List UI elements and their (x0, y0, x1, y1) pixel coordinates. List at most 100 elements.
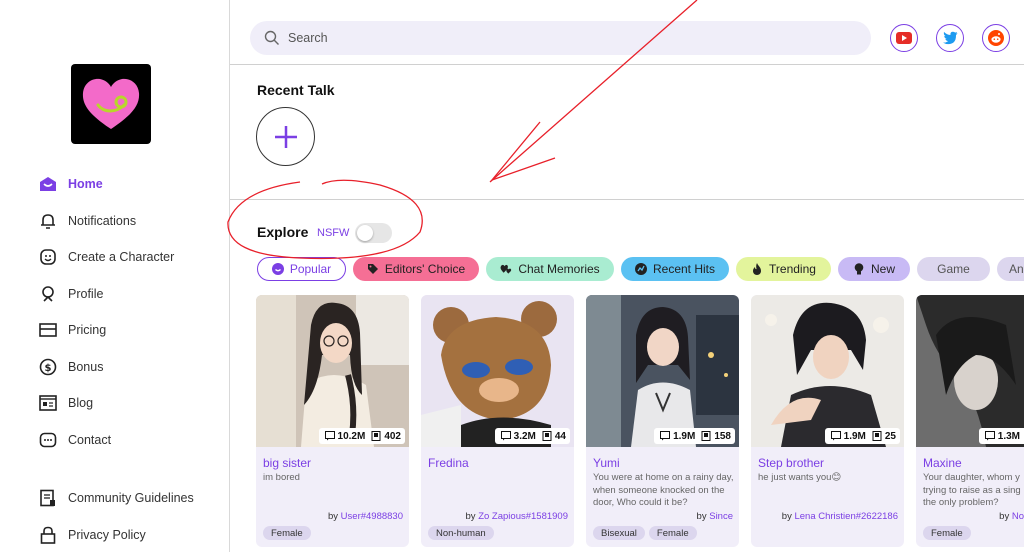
nav-label: Blog (68, 396, 94, 411)
card-stats: 10.2M 402 (318, 428, 405, 444)
profile-icon (38, 284, 58, 304)
author-link[interactable]: User#4988830 (341, 511, 403, 522)
lock-icon (38, 525, 58, 545)
nav-label: Contact (68, 432, 112, 447)
card-stats: 1.9M 158 (654, 428, 735, 444)
bookmark-count-icon (872, 431, 882, 441)
explore-title: Explore (257, 224, 309, 240)
bulb-icon (853, 263, 865, 275)
nav-item-notifications[interactable]: Notifications (38, 203, 174, 240)
card-stats: 1.9M 25 (824, 428, 900, 444)
bookmark-count-icon (371, 431, 381, 441)
author-link[interactable]: Since (709, 511, 733, 522)
character-name: Step brother (758, 456, 825, 470)
twitter-icon (943, 31, 958, 45)
nsfw-toggle[interactable] (355, 223, 392, 243)
chip-new[interactable]: New (838, 257, 910, 281)
author-link[interactable]: Lena Christien#2622186 (794, 511, 898, 522)
chip-editors-choice[interactable]: Editors' Choice (353, 257, 479, 281)
nav-item-blog[interactable]: Blog (38, 385, 174, 422)
character-image (751, 295, 904, 447)
chip-trending[interactable]: Trending (736, 257, 831, 281)
reddit-button[interactable] (982, 24, 1010, 52)
main-nav: Home Notifications Create a Character Pr… (38, 166, 174, 458)
author-link[interactable]: No (1012, 511, 1024, 522)
chip-recent-hits[interactable]: Recent Hits (621, 257, 729, 281)
hearts-icon (500, 263, 512, 275)
tag[interactable]: Female (923, 526, 971, 540)
nav-label: Profile (68, 286, 104, 301)
nav-item-contact[interactable]: Contact (38, 422, 174, 459)
nav-item-pricing[interactable]: Pricing (38, 312, 174, 349)
nav-label: Create a Character (68, 250, 175, 265)
sidebar: Home Notifications Create a Character Pr… (0, 0, 230, 552)
chip-anime[interactable]: Anim (997, 257, 1024, 281)
nav-item-bonus[interactable]: $ Bonus (38, 349, 174, 386)
card-stats: 3.2M 44 (494, 428, 570, 444)
secondary-nav: Community Guidelines Privacy Policy (38, 480, 194, 552)
character-card[interactable]: 1.3M Maxine Your daughter, whom y trying… (916, 295, 1024, 547)
chat-icon (38, 430, 58, 450)
chip-label: Game (937, 262, 970, 276)
reddit-icon (988, 30, 1004, 46)
nav-item-home[interactable]: Home (38, 166, 174, 203)
chat-count: 1.9M (673, 430, 696, 442)
save-count: 25 (884, 430, 896, 442)
character-description: You were at home on a rainy day, when so… (593, 472, 734, 508)
nav-label: Privacy Policy (68, 527, 146, 542)
nav-item-create-character[interactable]: Create a Character (38, 239, 174, 276)
character-icon (38, 247, 58, 267)
youtube-button[interactable] (890, 24, 918, 52)
header-divider (230, 64, 1024, 65)
guidelines-icon (38, 488, 58, 508)
chat-count-icon (324, 431, 335, 441)
author-prefix: by (327, 511, 341, 522)
character-card[interactable]: 3.2M 44 Fredina by Zo Zapious#1581909 No… (421, 295, 574, 547)
nav-label: Bonus (68, 359, 104, 374)
character-image (256, 295, 409, 447)
home-icon (38, 174, 58, 194)
chip-popular[interactable]: Popular (257, 257, 346, 281)
chip-game[interactable]: Game (917, 257, 990, 281)
add-chat-button[interactable] (256, 107, 315, 166)
nav-label: Notifications (68, 213, 137, 228)
card-icon (38, 320, 58, 340)
nav-item-profile[interactable]: Profile (38, 276, 174, 313)
chip-chat-memories[interactable]: Chat Memories (486, 257, 614, 281)
heart-logo-icon (82, 78, 140, 129)
tag-list: Bisexual Female (593, 526, 701, 540)
search-bar[interactable] (250, 21, 871, 55)
character-card[interactable]: 1.9M 158 Yumi You were at home on a rain… (586, 295, 739, 547)
character-image (916, 295, 1024, 447)
character-name: Yumi (593, 456, 620, 470)
chip-label: Editors' Choice (384, 262, 466, 276)
nav-label: Home (68, 177, 103, 192)
section-divider (230, 199, 1024, 200)
svg-text:$: $ (45, 363, 52, 374)
character-card[interactable]: 10.2M 402 big sister im bored by User#49… (256, 295, 409, 547)
character-card[interactable]: 1.9M 25 Step brother he just wants you😊 … (751, 295, 904, 547)
character-author: by Zo Zapious#1581909 (466, 511, 568, 522)
tag[interactable]: Bisexual (593, 526, 645, 540)
nav-item-privacy-policy[interactable]: Privacy Policy (38, 517, 194, 552)
hits-icon (634, 263, 647, 275)
twitter-button[interactable] (936, 24, 964, 52)
search-input[interactable] (288, 31, 848, 45)
app-logo[interactable] (71, 64, 151, 144)
chat-count: 1.9M (843, 430, 866, 442)
tag[interactable]: Female (263, 526, 311, 540)
chat-count: 1.3M (997, 430, 1020, 442)
character-description: Your daughter, whom y trying to raise as… (923, 472, 1021, 508)
nav-item-community-guidelines[interactable]: Community Guidelines (38, 480, 194, 517)
plus-icon (274, 125, 297, 148)
chat-count: 3.2M (513, 430, 536, 442)
tag[interactable]: Female (648, 526, 697, 540)
save-count: 44 (554, 430, 566, 442)
chat-count-icon (500, 431, 511, 441)
tag[interactable]: Non-human (428, 526, 494, 540)
chip-label: Anim (1009, 262, 1024, 276)
author-link[interactable]: Zo Zapious#1581909 (478, 511, 568, 522)
character-author: by Lena Christien#2622186 (782, 511, 898, 522)
character-author: by No (999, 511, 1024, 522)
character-description: im bored (263, 472, 300, 483)
